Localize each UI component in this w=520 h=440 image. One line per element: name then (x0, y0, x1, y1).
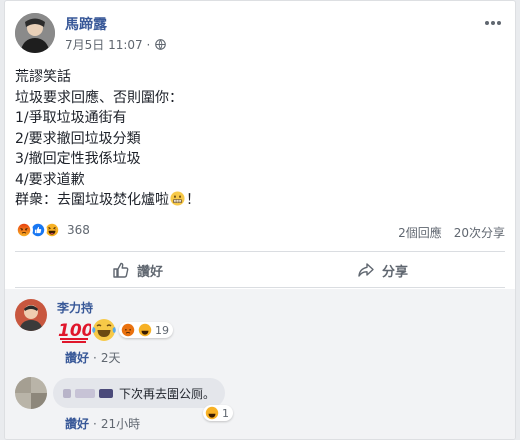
divider (15, 287, 505, 288)
author-avatar[interactable] (15, 13, 55, 53)
share-button[interactable]: 分享 (260, 254, 505, 286)
post-line-last-end: ！ (186, 192, 200, 208)
comment-reactions[interactable]: 1 (203, 405, 233, 421)
haha-reaction-icon (138, 323, 152, 337)
comment-actions: 讚好 · 2天 (65, 349, 120, 366)
comment-text: 下次再去圍公厕。 (119, 386, 216, 401)
comment-avatar[interactable] (15, 299, 47, 331)
comment-sticker: 100 19 (57, 317, 173, 343)
post-line: 垃圾要求回應、否則圍你： (15, 89, 183, 106)
post-author[interactable]: 馬蹄露 (65, 14, 107, 34)
post-line: 1/爭取垃圾通街有 (15, 110, 127, 126)
share-arrow-icon (358, 263, 374, 277)
haha-reaction-icon (205, 406, 219, 420)
comment-reaction-count: 19 (155, 323, 169, 337)
hundred-points-icon: 100 (58, 321, 91, 343)
comments-section: 李力持 100 19 讚好 · 2天 下次再去圍公厕。 1 讚好 · 21小時 (5, 289, 515, 439)
shares-count[interactable]: 20次分享 (454, 224, 505, 241)
post-line: 4/要求道歉 (15, 171, 85, 188)
comment-author[interactable]: 李力持 (57, 299, 93, 316)
stats-right: 2個回應 20次分享 (398, 224, 505, 241)
post-stats: 368 2個回應 20次分享 (15, 221, 505, 243)
reaction-summary[interactable]: 368 (15, 221, 90, 239)
post-meta: 7月5日 11:07 · (65, 36, 167, 53)
post-line-last: 群衆：去圍垃圾焚化爐啦 ！ (15, 190, 505, 211)
angry-reaction-icon (15, 221, 33, 239)
post-timestamp[interactable]: 7月5日 11:07 · (65, 36, 150, 53)
globe-icon (155, 39, 167, 50)
post-line: 3/撤回定性我係垃圾 (15, 151, 141, 167)
thumbs-up-icon (113, 262, 129, 278)
angry-reaction-icon (121, 323, 135, 337)
masked-commenter-name[interactable] (63, 388, 113, 398)
like-button[interactable]: 讚好 (15, 254, 260, 286)
comment-reactions[interactable]: 19 (119, 322, 173, 338)
share-button-label: 分享 (381, 264, 408, 280)
dot-separator: · (93, 416, 97, 431)
divider (15, 251, 505, 252)
comment-avatar[interactable] (15, 377, 47, 409)
post-body: 荒謬笑話 垃圾要求回應、否則圍你： 1/爭取垃圾通街有 2/要求撤回垃圾分類 3… (15, 67, 505, 211)
comment-actions: 讚好 · 21小時 (65, 415, 140, 432)
post-card: 馬蹄露 7月5日 11:07 · 荒謬笑話 垃圾要求回應、否則圍你： 1/爭取垃… (4, 0, 516, 440)
post-header: 馬蹄露 7月5日 11:07 · (15, 13, 505, 57)
action-bar: 讚好 分享 (15, 254, 505, 286)
dot-separator: · (93, 350, 97, 365)
tears-of-joy-icon (92, 319, 116, 341)
more-options-icon[interactable] (483, 13, 503, 33)
reaction-count: 368 (67, 223, 90, 237)
comment-age[interactable]: 2天 (101, 349, 121, 366)
post-line: 荒謬笑話 (15, 69, 71, 85)
comment-age[interactable]: 21小時 (101, 415, 140, 432)
post-line: 2/要求撤回垃圾分類 (15, 130, 141, 147)
comments-count[interactable]: 2個回應 (398, 224, 442, 241)
comment-reaction-count: 1 (222, 406, 229, 420)
post-line-last-text: 群衆：去圍垃圾焚化爐啦 (15, 192, 169, 208)
comment-bubble: 下次再去圍公厕。 (53, 378, 226, 408)
comment-like-link[interactable]: 讚好 (65, 349, 89, 366)
comment-like-link[interactable]: 讚好 (65, 415, 89, 432)
grin-emoji-icon (170, 191, 185, 206)
like-button-label: 讚好 (136, 264, 163, 280)
